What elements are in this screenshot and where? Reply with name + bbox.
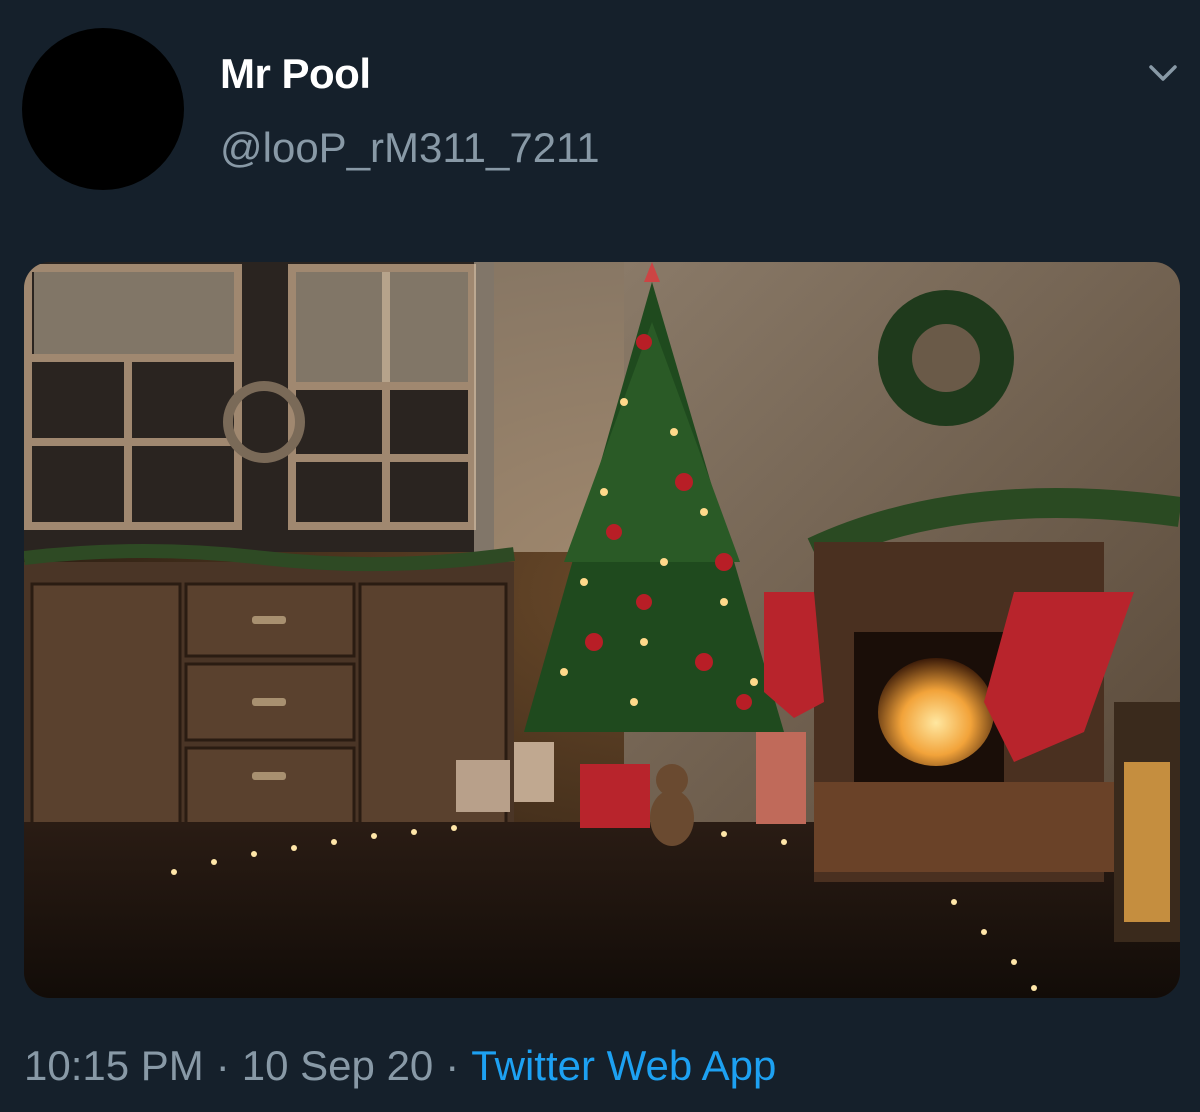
chevron-down-icon[interactable] [1146, 60, 1180, 86]
tweet-source-link[interactable]: Twitter Web App [471, 1042, 776, 1089]
user-handle[interactable]: @looP_rM311_7211 [220, 124, 600, 172]
separator-dot: · [215, 1042, 230, 1089]
display-name[interactable]: Mr Pool [220, 50, 371, 98]
separator-dot: · [445, 1042, 460, 1089]
avatar[interactable] [22, 28, 184, 190]
tweet-metadata: 10:15 PM · 10 Sep 20 · Twitter Web App [24, 1042, 776, 1090]
tweet-time[interactable]: 10:15 PM [24, 1042, 204, 1089]
tweet-card: Mr Pool @looP_rM311_7211 10:15 PM · 10 S… [0, 0, 1200, 1112]
tweet-photo[interactable] [24, 262, 1180, 998]
tweet-date[interactable]: 10 Sep 20 [242, 1042, 434, 1089]
